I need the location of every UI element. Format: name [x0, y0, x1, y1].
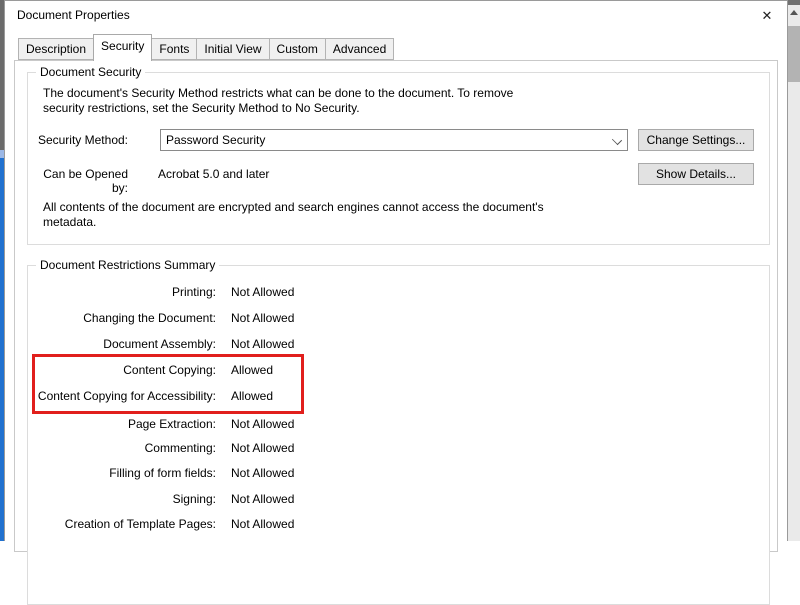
document-properties-dialog: Document Properties ✕ Description Securi… — [4, 0, 788, 605]
restriction-value: Not Allowed — [231, 517, 295, 531]
security-method-dropdown[interactable]: Password Security — [160, 129, 628, 151]
restriction-value: Not Allowed — [231, 285, 295, 299]
scrollbar-thumb[interactable] — [788, 26, 800, 82]
security-intro-line1: The document's Security Method restricts… — [43, 86, 514, 100]
tab-advanced[interactable]: Advanced — [324, 38, 395, 60]
tab-fonts[interactable]: Fonts — [151, 38, 198, 60]
restriction-label: Page Extraction: — [127, 417, 216, 431]
tab-security[interactable]: Security — [93, 34, 153, 61]
restriction-value: Not Allowed — [231, 311, 295, 325]
scroll-up-arrow-icon[interactable] — [788, 5, 800, 19]
document-restrictions-legend: Document Restrictions Summary — [36, 258, 220, 272]
security-method-label: Security Method: — [37, 133, 128, 147]
metadata-note-line1: All contents of the document are encrypt… — [43, 200, 544, 214]
restriction-label: Signing: — [172, 492, 216, 506]
can-be-opened-by-label: Can be Opened by: — [43, 167, 128, 195]
app-scrollbar[interactable] — [788, 0, 800, 541]
security-intro-line2: security restrictions, set the Security … — [43, 101, 360, 115]
tab-strip: Description Security Fonts Initial View … — [18, 34, 395, 61]
restriction-value: Not Allowed — [231, 492, 295, 506]
dialog-titlebar[interactable]: Document Properties ✕ — [5, 1, 787, 31]
document-security-group: Document Security The document's Securit… — [27, 65, 770, 245]
show-details-button[interactable]: Show Details... — [638, 163, 754, 185]
restriction-value: Not Allowed — [231, 466, 295, 480]
chevron-down-icon — [611, 134, 623, 146]
security-method-value: Password Security — [166, 133, 266, 147]
change-settings-button[interactable]: Change Settings... — [638, 129, 754, 151]
restriction-label: Creation of Template Pages: — [64, 517, 216, 531]
security-tab-panel: Document Security The document's Securit… — [14, 60, 778, 605]
restriction-label: Printing: — [171, 285, 216, 299]
close-icon[interactable]: ✕ — [757, 6, 777, 26]
restriction-value: Not Allowed — [231, 441, 295, 455]
can-be-opened-by-value: Acrobat 5.0 and later — [158, 167, 270, 181]
restriction-value: Not Allowed — [231, 417, 295, 431]
restriction-value: Not Allowed — [231, 337, 295, 351]
restriction-label: Commenting: — [144, 441, 216, 455]
document-security-legend: Document Security — [36, 65, 146, 79]
dialog-title: Document Properties — [17, 8, 130, 22]
restriction-label: Document Assembly: — [103, 337, 216, 351]
restriction-label: Changing the Document: — [83, 311, 216, 325]
metadata-note-line2: metadata. — [43, 215, 97, 229]
restriction-label: Filling of form fields: — [109, 466, 216, 480]
highlight-annotation — [32, 354, 304, 414]
up-triangle-icon — [790, 9, 798, 15]
tab-custom[interactable]: Custom — [268, 38, 326, 60]
tab-description[interactable]: Description — [18, 38, 95, 60]
tab-initial-view[interactable]: Initial View — [196, 38, 270, 60]
document-restrictions-group: Document Restrictions Summary Printing: … — [27, 258, 770, 605]
